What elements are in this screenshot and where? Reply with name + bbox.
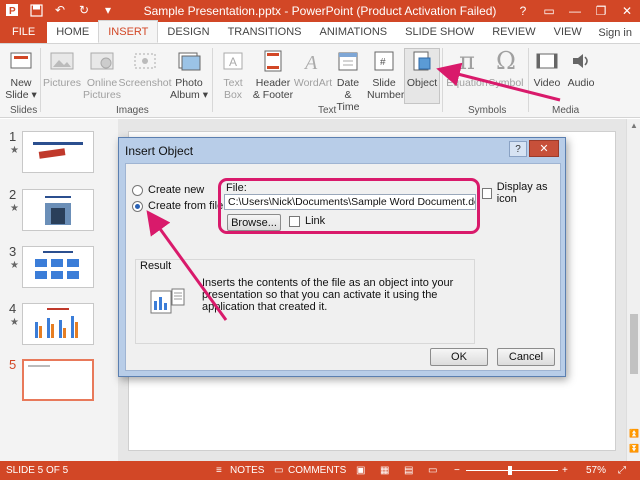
notes-icon[interactable]: ≡ — [216, 465, 222, 476]
object-button[interactable]: Object — [405, 48, 439, 89]
normal-view-icon[interactable]: ▣ — [356, 465, 365, 476]
arrow-to-create-from-file — [146, 210, 228, 321]
slideshow-icon[interactable]: ▭ — [428, 465, 437, 476]
slide-position: SLIDE 5 OF 5 — [6, 465, 69, 476]
slide-sorter-icon[interactable]: ▦ — [380, 465, 389, 476]
reading-view-icon[interactable]: ▤ — [404, 465, 413, 476]
zoom-level[interactable]: 57% — [586, 465, 606, 476]
object-label: Object — [406, 77, 438, 89]
annotation-arrows — [146, 62, 561, 321]
comments-button[interactable]: COMMENTS — [288, 465, 346, 476]
zoom-in-button[interactable]: + — [562, 465, 568, 476]
arrow-to-object-button — [436, 62, 561, 102]
status-bar: SLIDE 5 OF 5 ≡ NOTES ▭ COMMENTS ▣ ▦ ▤ ▭ … — [0, 461, 640, 480]
zoom-out-button[interactable]: − — [454, 465, 460, 476]
zoom-slider-track[interactable] — [466, 470, 558, 471]
zoom-slider-thumb[interactable] — [508, 466, 512, 475]
notes-button[interactable]: NOTES — [230, 465, 264, 476]
fit-to-window-icon[interactable]: ⤢ — [618, 465, 626, 476]
object-icon — [409, 48, 435, 74]
comments-icon[interactable]: ▭ — [274, 465, 283, 476]
